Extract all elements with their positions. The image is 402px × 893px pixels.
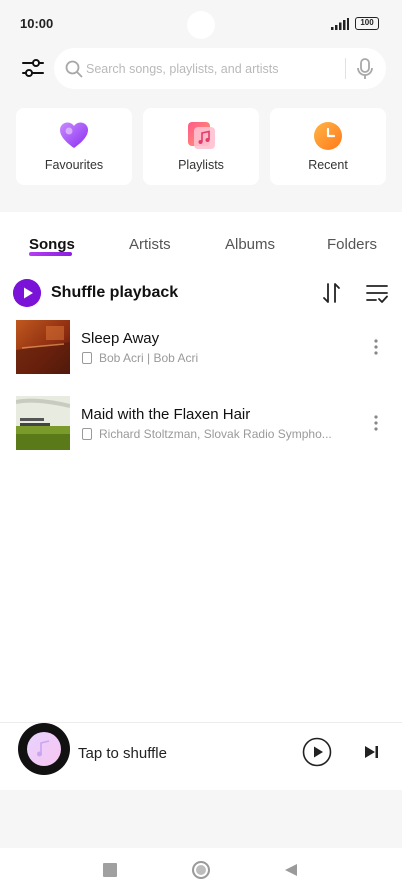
microphone-icon[interactable] <box>354 57 376 81</box>
favourites-label: Favourites <box>44 158 104 172</box>
favourites-card[interactable]: Favourites <box>16 108 132 185</box>
battery-level: 100 <box>360 18 374 27</box>
search-icon <box>65 60 83 78</box>
sort-icon[interactable] <box>320 282 344 304</box>
local-file-icon <box>82 428 92 440</box>
song-title: Sleep Away <box>81 330 160 347</box>
system-navigation-bar <box>0 848 402 893</box>
album-disc-icon[interactable] <box>18 723 70 775</box>
back-icon[interactable] <box>283 862 299 878</box>
front-camera <box>187 11 215 39</box>
music-note-icon <box>37 740 50 757</box>
recent-label: Recent <box>308 158 348 172</box>
search-divider <box>345 58 346 79</box>
signal-icon <box>331 18 349 30</box>
filter-settings-icon[interactable] <box>20 55 46 81</box>
album-art-image <box>16 396 70 450</box>
tab-albums[interactable]: Albums <box>225 236 275 253</box>
songs-panel: Songs Artists Albums Folders Shuffle pla… <box>0 212 402 790</box>
recent-apps-icon[interactable] <box>103 863 117 877</box>
status-time: 10:00 <box>20 16 54 31</box>
music-note-disc <box>27 732 61 766</box>
battery-icon: 100 <box>355 17 379 30</box>
skip-next-icon[interactable] <box>362 743 380 761</box>
heart-icon <box>60 122 88 148</box>
search-bar[interactable] <box>54 48 386 89</box>
tab-active-indicator <box>29 252 72 256</box>
tap-to-shuffle-label[interactable]: Tap to shuffle <box>78 745 167 762</box>
multi-select-icon[interactable] <box>365 282 389 304</box>
more-options-icon[interactable] <box>369 338 383 356</box>
playlist-icon <box>188 122 215 149</box>
tab-songs[interactable]: Songs <box>29 236 75 253</box>
song-row[interactable]: Maid with the Flaxen Hair Richard Stoltz… <box>0 396 402 456</box>
status-bar: 10:00 100 <box>0 0 402 48</box>
playlists-label: Playlists <box>178 158 224 172</box>
tab-folders[interactable]: Folders <box>327 236 377 253</box>
tab-artists[interactable]: Artists <box>129 236 171 253</box>
song-artist: Richard Stoltzman, Slovak Radio Sympho..… <box>99 427 332 441</box>
album-art-image <box>16 320 70 374</box>
more-options-icon[interactable] <box>369 414 383 432</box>
shuffle-play-button[interactable] <box>13 279 41 307</box>
shuffle-playback-label[interactable]: Shuffle playback <box>51 284 178 302</box>
play-button[interactable] <box>302 737 332 767</box>
song-row[interactable]: Sleep Away Bob Acri | Bob Acri <box>0 320 402 380</box>
playlists-card[interactable]: Playlists <box>143 108 259 185</box>
search-input[interactable] <box>86 48 341 89</box>
local-file-icon <box>82 352 92 364</box>
song-artist: Bob Acri | Bob Acri <box>99 351 199 365</box>
recent-card[interactable]: Recent <box>270 108 386 185</box>
mini-player[interactable]: Tap to shuffle <box>0 722 402 790</box>
song-title: Maid with the Flaxen Hair <box>81 406 251 423</box>
home-icon[interactable] <box>192 861 210 879</box>
clock-icon <box>314 122 342 150</box>
